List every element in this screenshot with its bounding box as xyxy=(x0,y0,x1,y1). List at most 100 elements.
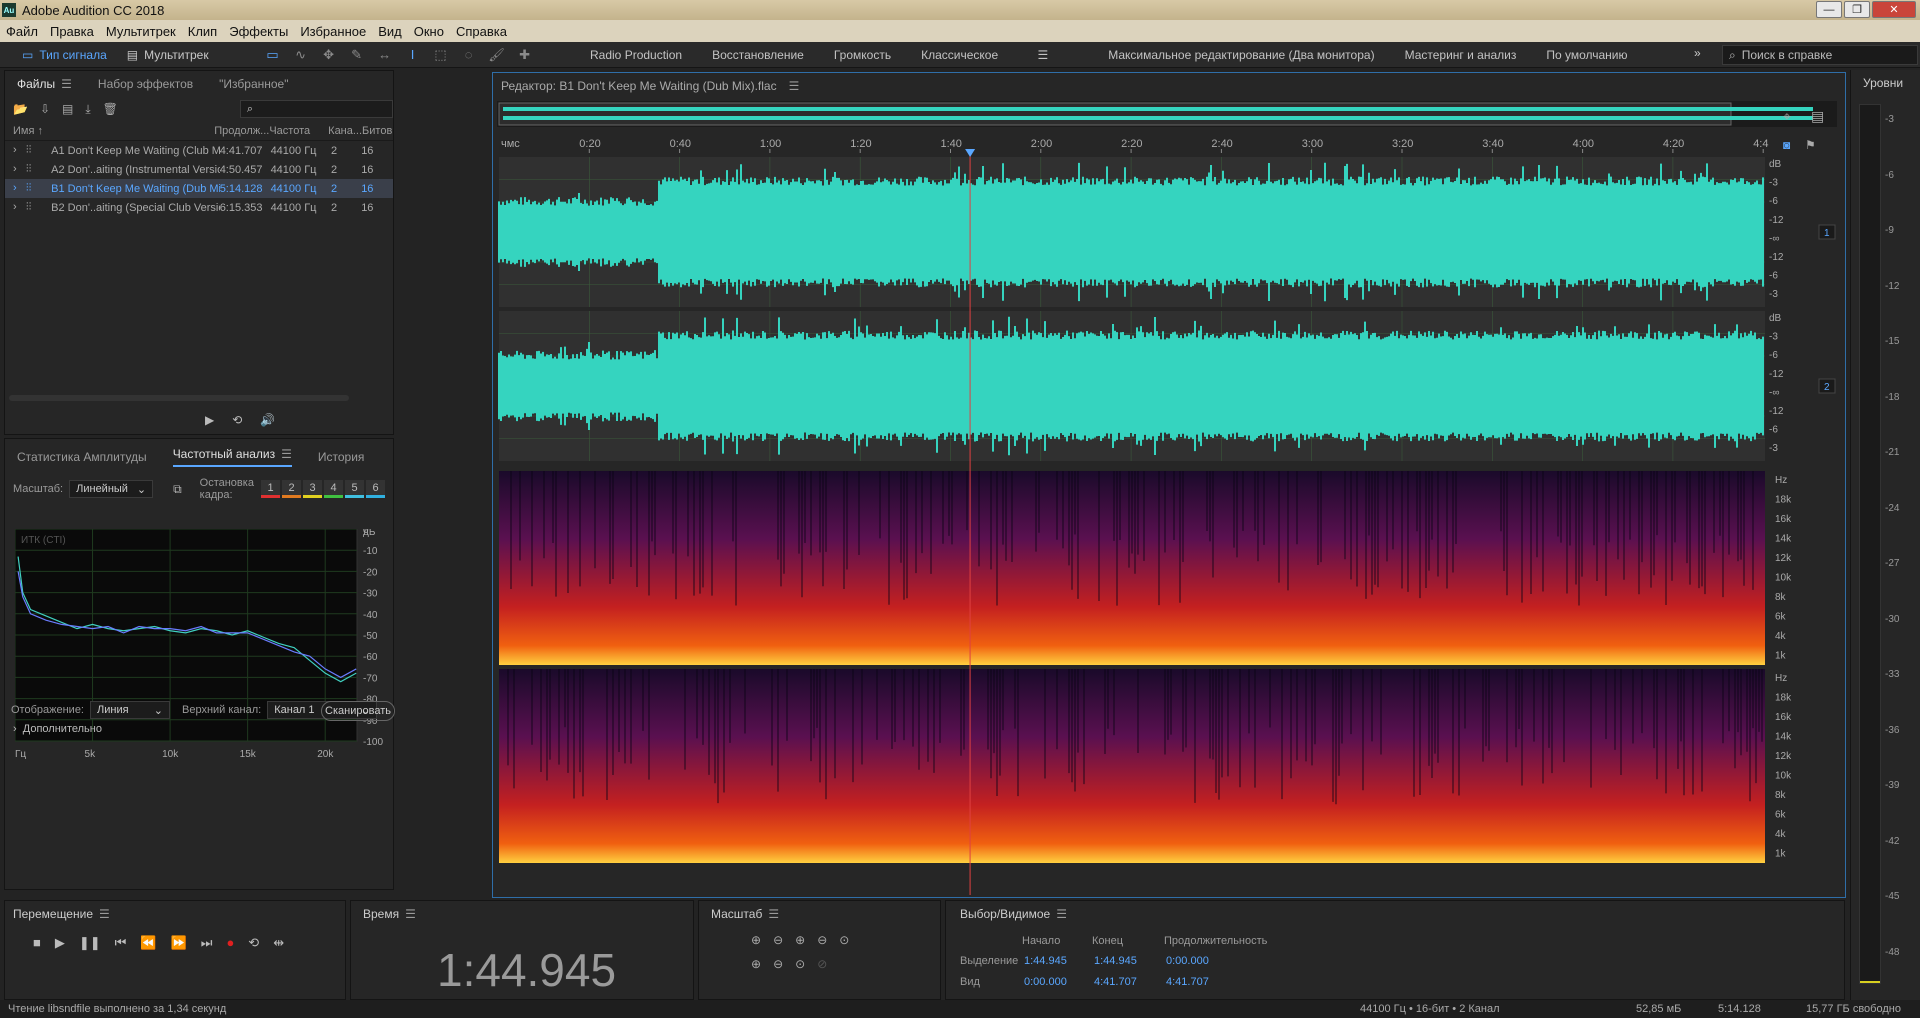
table-row[interactable]: › ⫶⫶ A2 Don'..aiting (Instrumental Versi… xyxy=(5,160,393,179)
zoom-full-icon[interactable]: ⊙ xyxy=(839,933,849,947)
overview-viewport[interactable] xyxy=(498,102,1732,126)
menu-window[interactable]: Окно xyxy=(414,24,444,39)
channel-badge[interactable]: 2 xyxy=(1818,378,1836,394)
menu-clip[interactable]: Клип xyxy=(188,24,217,39)
selection-end[interactable]: 1:44.945 xyxy=(1094,955,1137,967)
go-to-start-icon[interactable]: ⏮ xyxy=(115,935,127,951)
col-rate[interactable]: Частота xyxy=(269,125,328,137)
new-file-icon[interactable]: ▤ xyxy=(62,102,73,116)
close-button[interactable]: ✕ xyxy=(1872,1,1916,18)
table-row[interactable]: › ⫶⫶ B2 Don'..aiting (Special Club Versi… xyxy=(5,198,393,217)
time-selection-tool-icon[interactable]: I xyxy=(403,45,423,65)
stop-icon[interactable]: ■ xyxy=(33,935,41,951)
freeze-button-6[interactable]: 6 xyxy=(366,480,385,498)
menu-icon[interactable]: ☰ xyxy=(768,907,779,921)
copy-icon[interactable]: ⧉ xyxy=(173,482,182,497)
row-expand-icon[interactable]: › ⫶⫶ xyxy=(5,144,51,157)
zoom-out-time-icon[interactable]: ⊖ xyxy=(817,933,827,947)
preview-loop-icon[interactable]: ⟲ xyxy=(232,413,242,427)
scale-select[interactable]: Линейный ⌄ xyxy=(69,480,154,498)
col-channels[interactable]: Кана... xyxy=(328,125,362,137)
view-start[interactable]: 0:00.000 xyxy=(1024,976,1067,988)
tab-history[interactable]: История xyxy=(318,450,365,464)
menu-view[interactable]: Вид xyxy=(378,24,402,39)
freeze-button-4[interactable]: 4 xyxy=(324,480,343,498)
editor-canvas[interactable]: ⌖ ▤ чмс 0:20 0:40 1:00 1:20 1:40 2:00 2:20 2:40 3:0… xyxy=(493,99,1845,897)
scan-button[interactable]: Сканировать xyxy=(321,701,395,721)
lasso-tool-icon[interactable]: ◌ xyxy=(459,45,479,65)
slip-tool-icon[interactable]: ↔ xyxy=(375,45,395,65)
workspace-loudness[interactable]: Громкость xyxy=(834,48,891,62)
menu-effects[interactable]: Эффекты xyxy=(229,24,288,39)
pause-icon[interactable]: ❚❚ xyxy=(79,935,101,951)
advanced-toggle[interactable]: › Дополнительно xyxy=(13,723,102,735)
files-search-input[interactable]: ⌕ xyxy=(239,100,393,118)
waveform-view-icon[interactable]: ▭ xyxy=(263,45,283,65)
razor-tool-icon[interactable]: ✎ xyxy=(347,45,367,65)
insert-icon[interactable]: ⤓ xyxy=(85,102,90,117)
zoom-out-amplitude-icon[interactable]: ⊖ xyxy=(773,933,783,947)
healing-tool-icon[interactable]: ✚ xyxy=(515,45,535,65)
workspace-restore[interactable]: Восстановление xyxy=(712,48,804,62)
selection-start[interactable]: 1:44.945 xyxy=(1024,955,1067,967)
fast-forward-icon[interactable]: ⏩ xyxy=(171,935,187,951)
brush-tool-icon[interactable]: 🖌 xyxy=(487,45,507,65)
delete-icon[interactable]: 🗑 xyxy=(103,102,118,116)
marker-icon[interactable]: ⚑ xyxy=(1805,138,1816,152)
menu-help[interactable]: Справка xyxy=(456,24,507,39)
freeze-button-5[interactable]: 5 xyxy=(345,480,364,498)
workspace-default[interactable]: По умолчанию xyxy=(1546,48,1627,62)
row-expand-icon[interactable]: › ⫶⫶ xyxy=(5,182,51,195)
col-bits[interactable]: Битов xyxy=(362,125,393,137)
play-icon[interactable]: ▶ xyxy=(55,935,65,951)
maximize-button[interactable]: ❐ xyxy=(1844,1,1870,18)
overview-menu-icon[interactable]: ▤ xyxy=(1811,108,1824,124)
menu-file[interactable]: Файл xyxy=(6,24,38,39)
workspace-mastering[interactable]: Мастеринг и анализ xyxy=(1405,48,1517,62)
zoom-out-point-icon[interactable]: ⊙ xyxy=(795,957,805,971)
zoom-to-fit-icon[interactable]: ⌖ xyxy=(1783,108,1791,124)
workspace-classic[interactable]: Классическое ☰ xyxy=(921,48,1078,62)
row-expand-icon[interactable]: › ⫶⫶ xyxy=(5,201,51,214)
menu-icon[interactable]: ☰ xyxy=(1056,907,1067,921)
more-workspaces-icon[interactable]: » xyxy=(1694,46,1701,60)
menu-multitrack[interactable]: Мультитрек xyxy=(106,24,176,39)
table-row-selected[interactable]: › ⫶⫶ B1 Don't Keep Me Waiting (Dub Mix).… xyxy=(5,179,393,198)
freeze-button-2[interactable]: 2 xyxy=(282,480,301,498)
menu-icon[interactable]: ☰ xyxy=(61,77,72,91)
channel-badge[interactable]: 1 xyxy=(1818,224,1836,240)
tab-amplitude-stats[interactable]: Статистика Амплитуды xyxy=(17,450,147,464)
waveform-mode-button[interactable]: ▭ Тип сигнала xyxy=(12,42,117,68)
zoom-in-point-icon[interactable]: ⊖ xyxy=(773,957,783,971)
preview-volume-icon[interactable]: 🔊 xyxy=(260,413,275,427)
files-scrollbar[interactable] xyxy=(9,395,349,401)
rewind-icon[interactable]: ⏪ xyxy=(140,935,156,951)
col-duration[interactable]: Продолж... xyxy=(214,125,269,137)
menu-icon[interactable]: ☰ xyxy=(789,79,800,93)
spectrogram-channel-2[interactable] xyxy=(499,669,1765,863)
tab-files[interactable]: Файлы ☰ xyxy=(17,77,72,91)
workspace-maxedit[interactable]: Максимальное редактирование (Два монитор… xyxy=(1108,48,1374,62)
menu-icon[interactable]: ☰ xyxy=(99,907,110,921)
record-icon[interactable]: ● xyxy=(226,935,234,951)
tab-favorites[interactable]: "Избранное" xyxy=(219,77,288,91)
tab-frequency-analysis[interactable]: Частотный анализ ☰ xyxy=(172,447,292,467)
tab-effects-rack[interactable]: Набор эффектов xyxy=(98,77,193,91)
time-display[interactable]: 1:44.945 xyxy=(437,943,616,997)
col-name[interactable]: Имя ↑ xyxy=(5,125,50,137)
freeze-button-1[interactable]: 1 xyxy=(261,480,280,498)
menu-icon[interactable]: ☰ xyxy=(281,447,292,461)
menu-favorites[interactable]: Избранное xyxy=(300,24,366,39)
display-select[interactable]: Линия ⌄ xyxy=(90,701,170,719)
multitrack-mode-button[interactable]: ▤ Мультитрек xyxy=(117,42,219,68)
zoom-selection-icon[interactable]: ⊕ xyxy=(751,957,761,971)
minimize-button[interactable]: — xyxy=(1816,1,1842,18)
loop-icon[interactable]: ⟲ xyxy=(248,935,259,951)
workspace-radio[interactable]: Radio Production xyxy=(590,48,682,62)
help-search-input[interactable]: ⌕ Поиск в справке xyxy=(1722,45,1918,65)
view-end[interactable]: 4:41.707 xyxy=(1094,976,1137,988)
menu-icon[interactable]: ☰ xyxy=(405,907,416,921)
menu-edit[interactable]: Правка xyxy=(50,24,94,39)
spectral-view-icon[interactable]: ∿ xyxy=(291,45,311,65)
zoom-in-amplitude-icon[interactable]: ⊕ xyxy=(751,933,761,947)
